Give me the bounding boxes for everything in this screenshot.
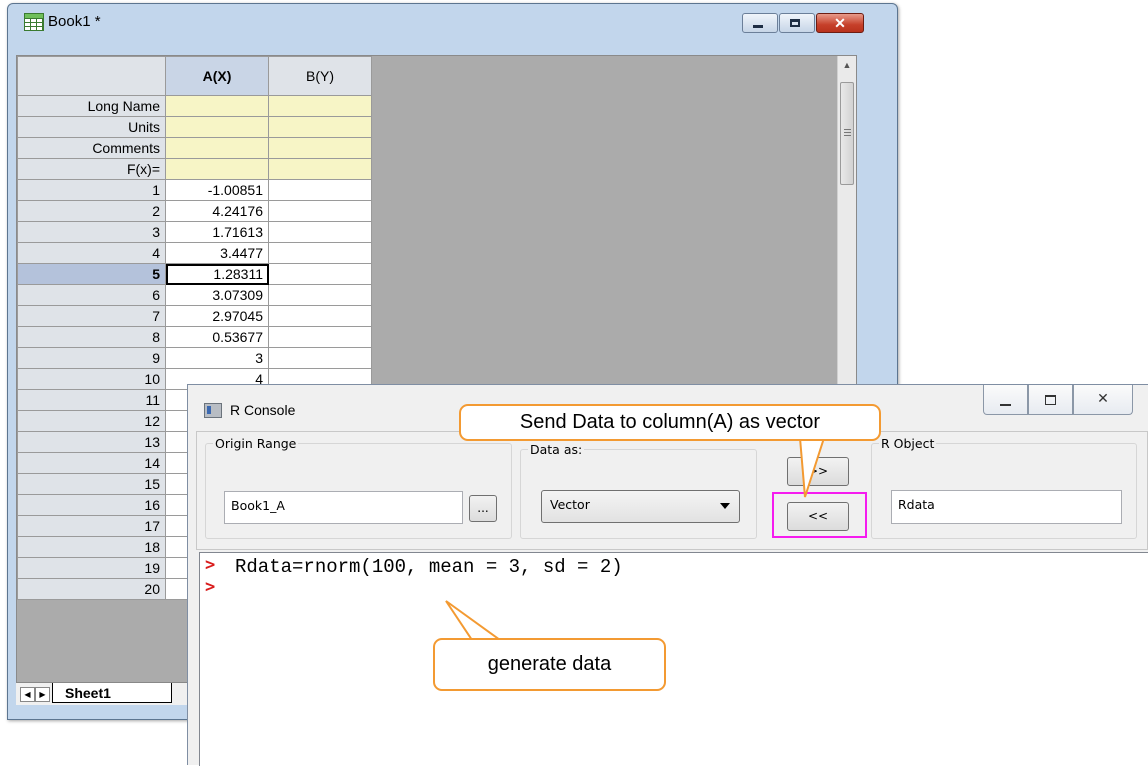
send-data-callout: Send Data to column(A) as vector [459,404,881,441]
generate-callout-pointer [445,600,504,641]
generate-data-callout: generate data [433,638,666,691]
send-callout-pointer [798,437,826,498]
